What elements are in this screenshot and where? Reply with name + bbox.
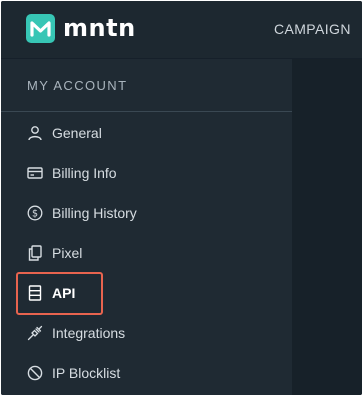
sidebar-item-label: Pixel [52,245,83,261]
section-divider [1,111,292,112]
svg-text:$: $ [32,208,38,219]
sidebar-item-label: Billing History [52,205,137,221]
sidebar-item-ip-blocklist[interactable]: IP Blocklist [19,353,199,393]
sidebar-item-label: IP Blocklist [52,365,121,381]
sidebar-item-label: Integrations [52,325,126,341]
user-icon [26,124,44,142]
nav-campaign-link[interactable]: CAMPAIGN [274,21,351,37]
top-bar: mntn CAMPAIGN [1,1,362,59]
app-window: mntn CAMPAIGN MY ACCOUNT General Billing… [1,1,362,395]
sidebar-item-billing-history[interactable]: $ Billing History [19,193,199,233]
section-title: MY ACCOUNT [27,78,128,93]
sidebar-item-integrations[interactable]: Integrations [19,313,199,353]
copy-icon [26,244,44,262]
block-icon [26,364,44,382]
sidebar-item-pixel[interactable]: Pixel [19,233,199,273]
main-content-area [292,59,362,395]
sidebar-item-general[interactable]: General [19,113,199,153]
sidebar-item-label: API [52,285,76,301]
brand-logo[interactable]: mntn [26,14,136,43]
sidebar-item-label: General [52,125,102,141]
server-icon [26,284,44,302]
credit-card-icon [26,164,44,182]
sidebar-item-billing-info[interactable]: Billing Info [19,153,199,193]
sidebar-item-api[interactable]: API [19,273,199,313]
account-sidebar: MY ACCOUNT General Billing Info $ Billin… [1,59,292,395]
dollar-circle-icon: $ [26,204,44,222]
sidebar-item-label: Billing Info [52,165,117,181]
brand-name: mntn [63,14,136,42]
plug-icon [26,324,44,342]
mntn-logo-icon [26,14,55,43]
